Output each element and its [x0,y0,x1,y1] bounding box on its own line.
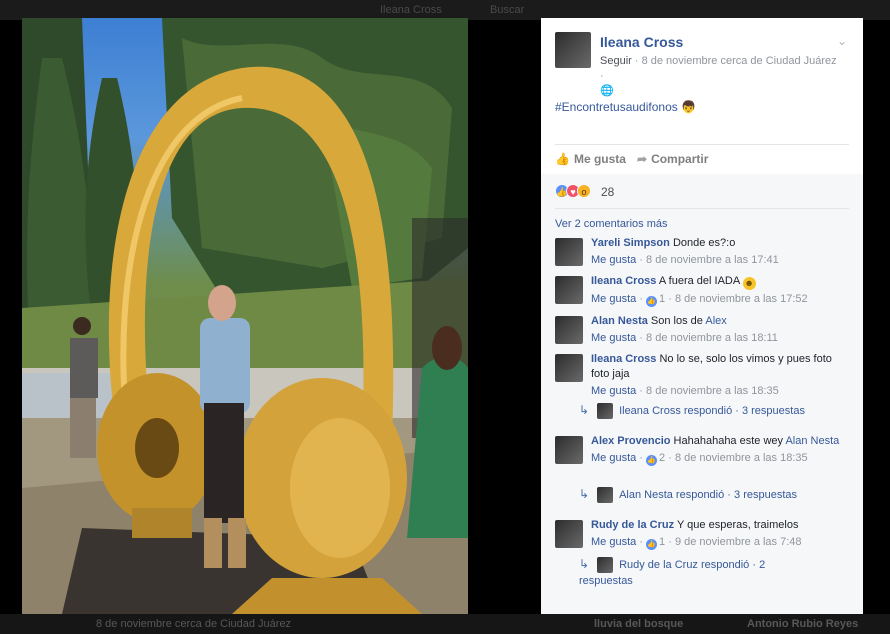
comment-body: Alex Provencio Hahahahaha este wey Alan … [591,434,849,466]
follow-link[interactable]: Seguir [600,55,632,67]
like-count-icon: 👍 [646,296,658,307]
post-detail-panel: Ileana Cross Seguir · 8 de noviembre cer… [541,18,863,614]
boy-emoji: 👦 [681,100,697,114]
replies-link[interactable]: ↳ Rudy de la Cruz respondió · 2 respuesta… [579,556,799,589]
commenter-name[interactable]: Ileana Cross [591,353,656,365]
post-photo[interactable] [22,18,468,614]
divider [555,144,849,145]
comment-meta: Me gusta · 👍 2 · 8 de noviembre a las 18:… [591,452,808,466]
reply-arrow-icon: ↳ [579,403,590,417]
comment-text: Donde es?:o [672,237,736,249]
commenter-avatar[interactable] [555,354,583,382]
comment-like-count[interactable]: 1 [659,536,665,548]
comment-time[interactable]: 8 de noviembre a las 18:35 [675,452,808,464]
comment-time[interactable]: 8 de noviembre a las 18:11 [646,332,778,344]
comment-like-link[interactable]: Me gusta [591,385,636,397]
commenter-name[interactable]: Ileana Cross [591,275,656,287]
background-footer-meta: 8 de noviembre cerca de Ciudad Juárez [96,618,292,630]
comment-meta: Me gusta · 8 de noviembre a las 18:35 [591,385,779,397]
comment-like-link[interactable]: Me gusta [591,293,636,305]
reaction-count: 28 [601,185,615,199]
comment-text: Hahahahaha este wey [673,435,784,447]
background-header-search: Buscar [490,4,525,16]
headphones-photo-illustration [22,18,468,614]
commenter-name[interactable]: Alex Provencio [591,435,670,447]
replies-label: Alan Nesta respondió · 3 respuestas [619,489,797,501]
comment-text: Son los de [650,315,703,327]
comment-meta: Me gusta · 👍 1 · 8 de noviembre a las 17:… [591,293,808,307]
comment-body: Rudy de la Cruz Y que esperas, traimelos… [591,518,849,550]
post-meta: Seguir · 8 de noviembre cerca de Ciudad … [600,54,840,99]
commenter-avatar[interactable] [555,520,583,548]
commenter-avatar[interactable] [555,238,583,266]
reply-arrow-icon: ↳ [579,487,590,501]
background-footer-name: Antonio Rubio Reyes [747,618,859,630]
meta-separator: · [634,55,639,67]
replier-avatar [597,403,614,420]
comment-body: Yareli Simpson Donde es?:o Me gusta · 8 … [591,236,849,268]
wow-icon: o [577,184,591,198]
comment-time[interactable]: 8 de noviembre a las 18:35 [646,385,779,397]
share-label: Compartir [651,152,709,166]
replies-link[interactable]: ↳ Alan Nesta respondió · 3 respuestas [579,486,797,504]
background-header-name: Ileana Cross [380,4,442,16]
comment-time[interactable]: 9 de noviembre a las 7:48 [675,536,802,548]
commenter-avatar[interactable] [555,436,583,464]
commenter-name[interactable]: Alan Nesta [591,315,648,327]
comment-time[interactable]: 8 de noviembre a las 17:41 [646,254,779,266]
thumbs-up-icon: 👍 [555,152,570,166]
post-text: #Encontretusaudifonos 👦 [555,100,696,114]
comment-body: Ileana Cross A fuera del IADA ☻ Me gusta… [591,274,849,307]
like-label: Me gusta [573,152,626,166]
replies-label: Ileana Cross respondió · 3 respuestas [619,405,805,417]
background-footer-item: lluvia del bosque [594,618,684,630]
like-button[interactable]: 👍 Me gusta [555,152,626,166]
comment-body: Ileana Cross No lo se, solo los vimos y … [591,352,849,399]
author-avatar[interactable] [555,32,591,68]
author-name[interactable]: Ileana Cross [600,34,683,50]
comment-like-count[interactable]: 1 [659,293,665,305]
comment-like-link[interactable]: Me gusta [591,332,636,344]
like-count-icon: 👍 [646,539,658,550]
comment-like-count[interactable]: 2 [659,452,665,464]
share-button[interactable]: ➦ Compartir [637,152,708,166]
mention-link[interactable]: Alex [705,315,726,327]
like-count-icon: 👍 [646,455,658,466]
post-date-location[interactable]: 8 de noviembre cerca de Ciudad Juárez [642,55,837,67]
comment-meta: Me gusta · 8 de noviembre a las 18:11 [591,332,778,344]
view-more-comments-link[interactable]: Ver 2 comentarios más [555,218,668,230]
replies-link[interactable]: ↳ Ileana Cross respondió · 3 respuestas [579,402,805,420]
commenter-name[interactable]: Yareli Simpson [591,237,670,249]
comment-like-link[interactable]: Me gusta [591,536,636,548]
reply-arrow-icon: ↳ [579,557,590,571]
comment-time[interactable]: 8 de noviembre a las 17:52 [675,293,808,305]
hashtag-link[interactable]: #Encontretusaudifonos [555,100,678,114]
comment-like-link[interactable]: Me gusta [591,254,636,266]
comment-text: A fuera del IADA [658,275,740,287]
mention-link[interactable]: Alan Nesta [785,435,839,447]
commenter-avatar[interactable] [555,316,583,344]
post-header: Ileana Cross Seguir · 8 de noviembre cer… [555,32,851,97]
comment-like-link[interactable]: Me gusta [591,452,636,464]
post-actions: 👍 Me gusta ➦ Compartir [555,150,849,170]
comment-meta: Me gusta · 8 de noviembre a las 17:41 [591,254,779,266]
feedback-section: 👍 ♥ o 28 Ver 2 comentarios más Yareli Si… [541,174,863,614]
comment-meta: Me gusta · 👍 1 · 9 de noviembre a las 7:4… [591,536,802,550]
comment-text: Y que esperas, traimelos [676,519,799,531]
meta-separator-2: · [600,70,604,82]
commenter-name[interactable]: Rudy de la Cruz [591,519,674,531]
smile-emoji-icon: ☻ [742,277,756,290]
chevron-down-icon[interactable]: ⌄ [837,34,847,48]
globe-icon[interactable]: 🌐 [600,85,614,97]
background-header: Ileana Cross Buscar [0,0,890,20]
background-footer: 8 de noviembre cerca de Ciudad Juárez ll… [0,614,890,634]
replier-avatar [597,557,614,574]
comment-body: Alan Nesta Son los de Alex Me gusta · 8 … [591,314,849,346]
divider [555,208,849,209]
commenter-avatar[interactable] [555,276,583,304]
share-arrow-icon: ➦ [637,152,648,166]
replier-avatar [597,487,614,504]
